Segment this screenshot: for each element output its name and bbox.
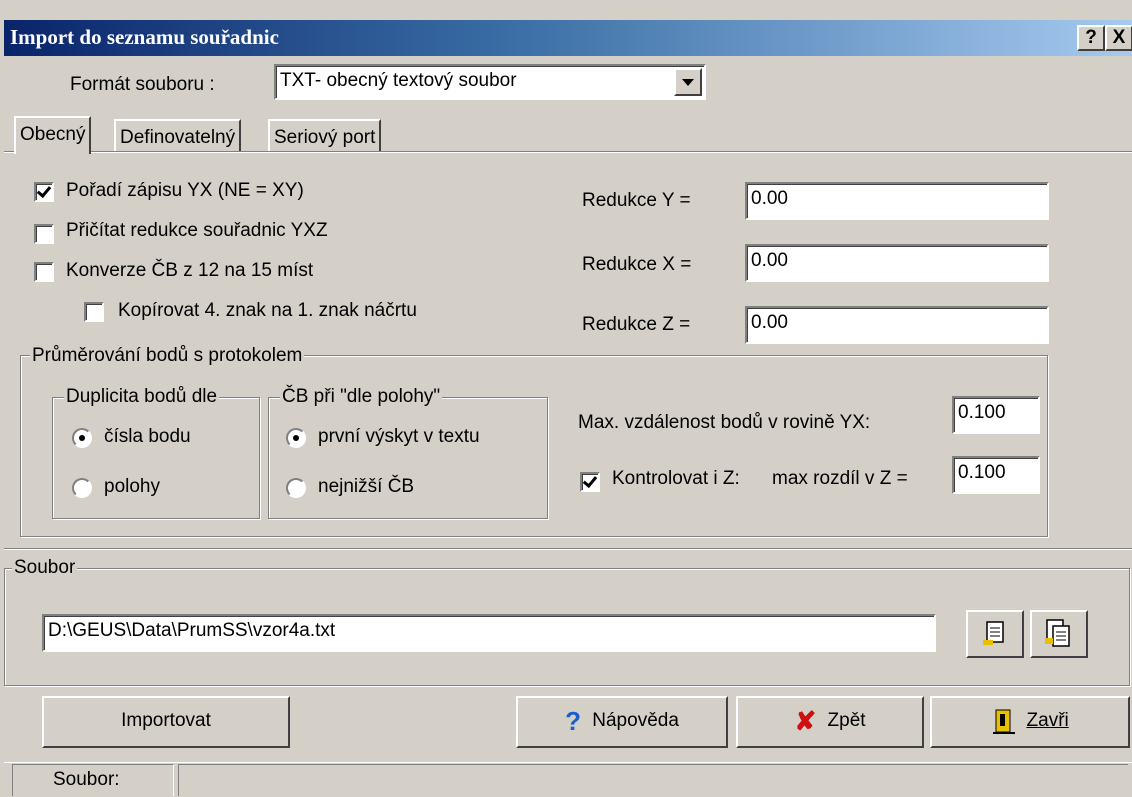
convert-cb-label: Konverze ČB z 12 na 15 míst bbox=[66, 260, 314, 281]
import-button[interactable]: Importovat bbox=[42, 696, 290, 748]
exit-door-icon bbox=[993, 709, 1016, 734]
close-button-label: Zavři bbox=[1026, 710, 1069, 731]
duplicity-group bbox=[52, 397, 260, 519]
format-select-value: TXT- obecný textový soubor bbox=[280, 70, 517, 91]
reduction-z-label: Redukce Z = bbox=[582, 314, 691, 335]
status-label: Soubor: bbox=[53, 769, 120, 790]
help-title-button[interactable]: ? bbox=[1077, 25, 1105, 51]
file-properties-button[interactable] bbox=[1030, 610, 1088, 658]
tab-obecny-label: Obecný bbox=[20, 124, 86, 145]
duplicity-position-radio[interactable] bbox=[72, 478, 92, 498]
add-reduction-label: Přičítat redukce souřadnic YXZ bbox=[66, 220, 328, 241]
reduction-y-input[interactable]: 0.00 bbox=[745, 182, 1049, 220]
reduction-x-label: Redukce X = bbox=[582, 254, 692, 275]
max-distance-value: 0.100 bbox=[958, 402, 1006, 423]
reduction-x-value: 0.00 bbox=[751, 250, 788, 271]
tab-definovatelny-label: Definovatelný bbox=[120, 127, 236, 148]
title-bar[interactable]: Import do seznamu souřadnic ? X bbox=[4, 20, 1132, 56]
status-panel-1: Soubor: bbox=[12, 764, 174, 796]
browse-file-button[interactable] bbox=[966, 610, 1024, 658]
help-button[interactable]: ? Nápověda bbox=[516, 696, 728, 748]
cb-position-group-title: ČB při "dle polohy" bbox=[280, 386, 443, 408]
check-z-checkbox[interactable] bbox=[580, 472, 600, 492]
max-distance-input[interactable]: 0.100 bbox=[952, 396, 1040, 434]
chevron-down-icon bbox=[682, 79, 694, 86]
import-button-label: Importovat bbox=[121, 710, 211, 731]
close-title-button[interactable]: X bbox=[1105, 25, 1132, 51]
help-button-label: Nápověda bbox=[592, 710, 679, 732]
convert-cb-checkbox[interactable] bbox=[34, 262, 54, 282]
tab-obecny[interactable]: Obecný bbox=[14, 116, 92, 154]
copy-files-icon bbox=[1045, 619, 1070, 647]
duplicity-number-label: čísla bodu bbox=[104, 426, 191, 447]
averaging-group-title: Průměrování bodů s protokolem bbox=[30, 345, 305, 367]
format-select[interactable]: TXT- obecný textový soubor bbox=[274, 64, 706, 100]
tab-seriovy-port-label: Seriový port bbox=[274, 127, 376, 148]
tab-seriovy-port[interactable]: Seriový port bbox=[268, 119, 382, 151]
format-label: Formát souboru : bbox=[70, 74, 215, 95]
tab-definovatelny[interactable]: Definovatelný bbox=[114, 119, 242, 151]
cb-lowest-radio[interactable] bbox=[286, 478, 306, 498]
reduction-y-value: 0.00 bbox=[751, 188, 788, 209]
cb-first-radio[interactable] bbox=[286, 428, 306, 448]
tab-strip-line bbox=[4, 151, 1132, 153]
add-reduction-checkbox[interactable] bbox=[34, 224, 54, 244]
cb-lowest-label: nejnižší ČB bbox=[318, 476, 415, 497]
status-panel-2 bbox=[178, 764, 1128, 796]
duplicity-number-radio[interactable] bbox=[72, 428, 92, 448]
section-separator bbox=[4, 548, 1132, 550]
max-z-diff-value: 0.100 bbox=[958, 462, 1006, 483]
copy-char-label: Kopírovat 4. znak na 1. znak náčrtu bbox=[118, 300, 417, 321]
open-file-icon bbox=[983, 621, 1004, 645]
cancel-x-icon: ✘ bbox=[794, 706, 817, 736]
reduction-x-input[interactable]: 0.00 bbox=[745, 244, 1049, 282]
order-yx-checkbox[interactable] bbox=[34, 182, 54, 202]
file-path-value: D:\GEUS\Data\PrumSS\vzor4a.txt bbox=[48, 620, 336, 641]
back-button[interactable]: ✘ Zpět bbox=[736, 696, 924, 748]
max-z-diff-input[interactable]: 0.100 bbox=[952, 456, 1040, 494]
cb-first-label: první výskyt v textu bbox=[318, 426, 480, 447]
import-dialog: Import do seznamu souřadnic ? X Formát s… bbox=[0, 0, 1132, 797]
reduction-y-label: Redukce Y = bbox=[582, 190, 691, 211]
cb-position-group bbox=[268, 397, 548, 519]
help-icon: ? bbox=[565, 706, 581, 736]
reduction-z-input[interactable]: 0.00 bbox=[745, 306, 1049, 344]
max-z-diff-label: max rozdíl v Z = bbox=[772, 468, 908, 489]
order-yx-label: Pořadí zápisu YX (NE = XY) bbox=[66, 180, 304, 201]
reduction-z-value: 0.00 bbox=[751, 312, 788, 333]
copy-char-checkbox[interactable] bbox=[84, 302, 104, 322]
max-distance-label: Max. vzdálenost bodů v rovině YX: bbox=[578, 412, 871, 433]
back-button-label: Zpět bbox=[827, 710, 866, 732]
file-group-title: Soubor bbox=[12, 557, 78, 579]
window-title: Import do seznamu souřadnic bbox=[10, 25, 279, 49]
file-path-input[interactable]: D:\GEUS\Data\PrumSS\vzor4a.txt bbox=[42, 614, 936, 652]
check-z-label: Kontrolovat i Z: bbox=[612, 468, 740, 489]
duplicity-position-label: polohy bbox=[104, 476, 160, 497]
close-button[interactable]: Zavři bbox=[930, 696, 1130, 748]
dropdown-arrow-button[interactable] bbox=[674, 68, 702, 96]
duplicity-group-title: Duplicita bodů dle bbox=[64, 386, 220, 408]
